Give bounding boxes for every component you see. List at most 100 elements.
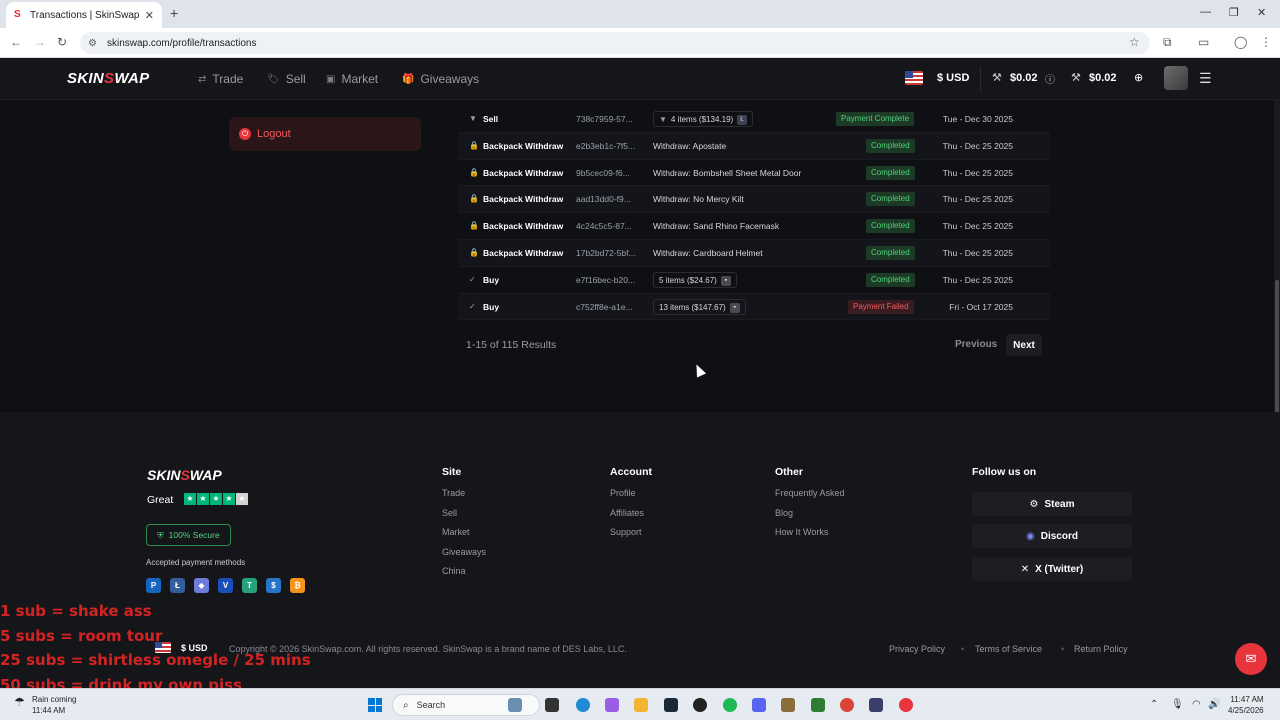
privacy-policy-link[interactable]: Privacy Policy [889, 644, 945, 654]
add-funds-icon[interactable]: ⊕ [1134, 71, 1143, 84]
chrome-icon[interactable] [840, 698, 854, 712]
user-avatar[interactable] [1164, 66, 1188, 90]
close-tab-icon[interactable]: ✕ [145, 9, 154, 22]
weather-widget[interactable]: ☂ Rain coming 11:44 AM [14, 694, 76, 716]
x-twitter-button[interactable]: ✕ X (Twitter) [972, 557, 1132, 581]
tx-items[interactable]: 5 items ($24.67) ▪ [653, 271, 737, 288]
volume-icon[interactable]: 🔊 [1208, 699, 1220, 710]
table-row[interactable]: 🔒 Backpack Withdraw e2b3eb1c-7f5... With… [458, 132, 1050, 160]
file-explorer-icon[interactable] [634, 698, 648, 712]
tx-id[interactable]: 17b2bd72-5bf... [576, 248, 636, 258]
info-icon[interactable]: ⓘ [1045, 71, 1055, 86]
system-clock[interactable]: 11:47 AM 4/25/2026 [1228, 694, 1264, 716]
tx-id[interactable]: 4c24c5c5-87... [576, 221, 632, 231]
tx-id[interactable]: 738c7959-57... [576, 114, 633, 124]
bookmark-star-icon[interactable]: ☆ [1129, 35, 1140, 49]
logout-button[interactable]: ⏻ Logout [229, 117, 421, 151]
minimize-icon[interactable]: — [1200, 6, 1211, 18]
tx-id[interactable]: c752ff8e-a1e... [576, 302, 633, 312]
widget-icon[interactable] [508, 698, 522, 712]
address-bar[interactable]: ⚙ skinswap.com/profile/transactions [80, 32, 1150, 54]
windows-start-icon[interactable] [368, 698, 382, 712]
tx-type: Buy [483, 301, 500, 312]
opera-icon[interactable] [899, 698, 913, 712]
footer-link-china[interactable]: China [442, 566, 486, 576]
footer-link-market[interactable]: Market [442, 527, 486, 537]
hamburger-menu-icon[interactable]: ☰ [1199, 70, 1212, 87]
nav-giveaways[interactable]: 🎁 Giveaways [402, 72, 479, 86]
tx-items[interactable]: ▼ 4 items ($134.19) Ł [653, 111, 754, 127]
currency-selector[interactable]: $ USD [937, 72, 969, 84]
game-app-icon[interactable] [781, 698, 795, 712]
discord-app-icon[interactable] [752, 698, 766, 712]
footer-link-how-it-works[interactable]: How It Works [775, 527, 845, 537]
table-row[interactable]: ✓ Buy c752ff8e-a1e... 13 items ($147.67)… [458, 293, 1050, 321]
check-icon: ✓ [469, 301, 476, 311]
footer-link-blog[interactable]: Blog [775, 508, 845, 518]
previous-page-button[interactable]: Previous [955, 339, 997, 350]
wifi-icon[interactable]: ◠ [1192, 699, 1201, 710]
profile-icon[interactable]: ◯ [1234, 35, 1247, 49]
tray-chevron-icon[interactable]: ⌃ [1150, 699, 1158, 710]
steam-app-icon[interactable] [664, 698, 678, 712]
nav-trade[interactable]: ⇄ Trade [198, 72, 243, 86]
obs-icon[interactable] [693, 698, 707, 712]
skinswap-logo[interactable]: SKINSWAP [67, 70, 149, 87]
browser-menu-icon[interactable]: ⋮ [1260, 35, 1272, 49]
chevron-down-icon[interactable]: ▼ [469, 114, 477, 123]
back-icon[interactable]: ← [10, 35, 22, 49]
footer-link-trade[interactable]: Trade [442, 488, 486, 498]
terminal-icon[interactable] [869, 698, 883, 712]
tx-id[interactable]: e7f16bec-b20... [576, 275, 635, 285]
app-icon[interactable] [811, 698, 825, 712]
tx-id[interactable]: e2b3eb1c-7f5... [576, 141, 635, 151]
spotify-icon[interactable] [723, 698, 737, 712]
tx-items[interactable]: 13 items ($147.67) ▪ [653, 298, 746, 315]
return-policy-link[interactable]: Return Policy [1074, 644, 1128, 654]
us-flag-icon[interactable] [905, 71, 923, 85]
table-row[interactable]: 🔒 Backpack Withdraw 4c24c5c5-87... Withd… [458, 213, 1050, 240]
table-row[interactable]: ✓ Buy e7f16bec-b20... 5 items ($24.67) ▪ … [458, 267, 1050, 294]
footer-logo[interactable]: SKINSWAP [147, 467, 222, 483]
footer-link-affiliates[interactable]: Affiliates [610, 508, 652, 518]
footer-link-profile[interactable]: Profile [610, 488, 652, 498]
browser-tab[interactable]: S Transactions | SkinSwap ✕ [6, 2, 162, 28]
footer-other-title: Other [775, 466, 804, 478]
next-page-button[interactable]: Next [1006, 334, 1042, 356]
balance-secondary[interactable]: $0.02 [1089, 72, 1117, 84]
tx-date: Thu - Dec 25 2025 [942, 221, 1013, 232]
table-row[interactable]: 🔒 Backpack Withdraw aad13dd0-f9... Withd… [458, 186, 1050, 214]
microphone-icon[interactable]: 🎙 [1171, 699, 1184, 710]
support-chat-button[interactable]: ✉ [1235, 643, 1267, 675]
balance-primary[interactable]: $0.02 [1010, 72, 1038, 84]
extensions-icon[interactable]: ⧉ [1163, 35, 1172, 50]
reload-icon[interactable]: ↻ [57, 35, 67, 49]
nav-sell[interactable]: 🏷 Sell [267, 72, 306, 86]
terms-link[interactable]: Terms of Service [975, 644, 1042, 654]
restore-icon[interactable]: ❐ [1229, 6, 1239, 19]
trustpilot-stars[interactable]: ★ ★ ★ ★ ★ [184, 493, 248, 505]
table-row[interactable]: 🔒 Backpack Withdraw 17b2bd72-5bf... With… [458, 239, 1050, 267]
payment-methods-title: Accepted payment methods [146, 558, 246, 567]
nav-market[interactable]: ▣ Market [326, 72, 378, 86]
trade-icon: ⇄ [198, 73, 207, 85]
edge-icon[interactable] [576, 698, 590, 712]
new-tab-icon[interactable]: + [170, 5, 178, 21]
side-panel-icon[interactable]: ▭ [1198, 35, 1209, 49]
discord-button[interactable]: ◉ Discord [972, 524, 1132, 548]
copilot-icon[interactable] [605, 698, 619, 712]
footer-link-support[interactable]: Support [610, 527, 652, 537]
footer-link-faq[interactable]: Frequently Asked [775, 488, 845, 498]
site-info-icon[interactable]: ⚙ [88, 38, 97, 49]
lock-icon: 🔒 [469, 194, 479, 204]
tx-id[interactable]: 9b5cec09-f6... [576, 168, 630, 178]
footer-link-giveaways[interactable]: Giveaways [442, 547, 486, 557]
forward-icon[interactable]: → [34, 35, 46, 49]
table-row[interactable]: 🔒 Backpack Withdraw 9b5cec09-f6... Withd… [458, 160, 1050, 187]
tx-id[interactable]: aad13dd0-f9... [576, 194, 631, 204]
table-row[interactable]: ▼ Sell 738c7959-57... ▼ 4 items ($134.19)… [458, 106, 1050, 133]
task-view-icon[interactable] [545, 698, 559, 712]
close-window-icon[interactable]: ✕ [1257, 6, 1266, 19]
footer-link-sell[interactable]: Sell [442, 508, 486, 518]
steam-button[interactable]: ⚙ Steam [972, 492, 1132, 516]
